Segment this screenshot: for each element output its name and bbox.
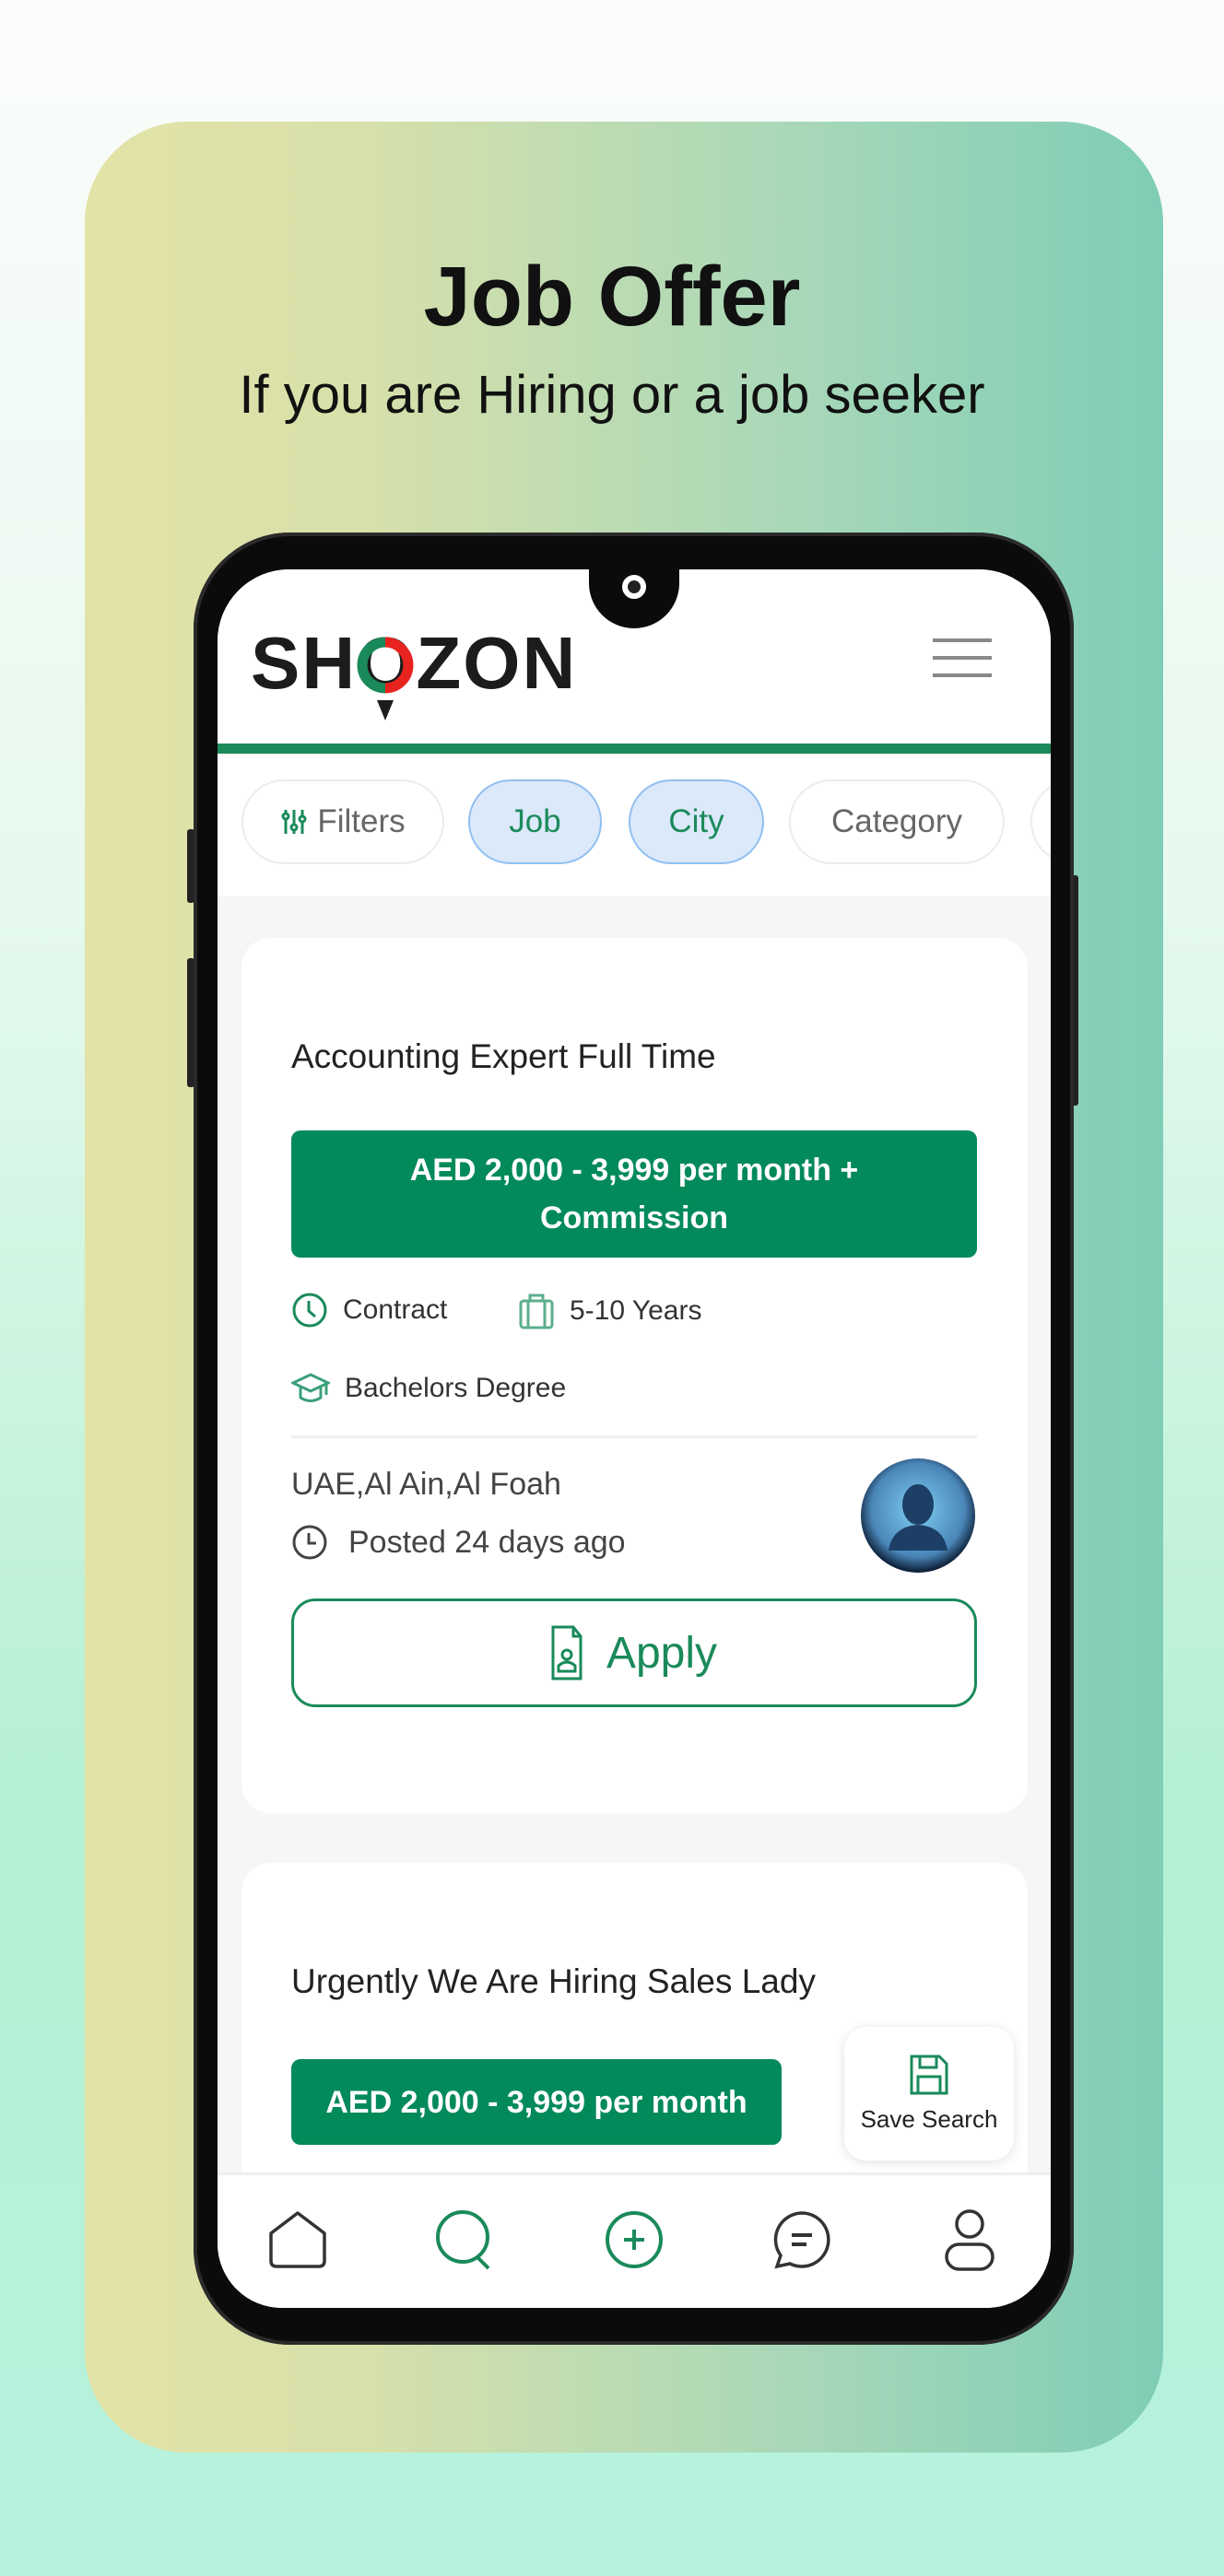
apply-button[interactable]: Apply: [291, 1598, 977, 1707]
employer-avatar[interactable]: [861, 1458, 975, 1573]
job-type: Contract: [291, 1292, 447, 1329]
chip-city[interactable]: City: [629, 779, 764, 864]
posted-text: Posted 24 days ago: [348, 1524, 626, 1560]
experience-text: 5-10 Years: [570, 1295, 702, 1326]
promo-title: Job Offer: [423, 250, 801, 344]
nav-profile[interactable]: [933, 2203, 1006, 2277]
promo-subtitle: If you are Hiring or a job seeker: [239, 365, 985, 425]
chat-icon: [773, 2211, 830, 2269]
salary-badge: AED 2,000 - 3,999 per month + Commission: [291, 1130, 977, 1258]
divider: [291, 1435, 977, 1438]
salary-text: Commission: [539, 1200, 729, 1235]
nav-chat[interactable]: [765, 2203, 839, 2277]
add-icon: [606, 2211, 663, 2268]
person-silhouette-icon: [889, 1484, 947, 1551]
apply-label: Apply: [606, 1628, 718, 1678]
job-posted: Posted 24 days ago: [291, 1524, 626, 1561]
chip-label: City: [668, 803, 724, 839]
graduation-cap-icon: [291, 1373, 330, 1402]
chip-job[interactable]: Job: [468, 779, 602, 864]
briefcase-icon: [519, 1294, 554, 1329]
job-location: UAE,Al Ain,Al Foah: [291, 1467, 561, 1502]
job-education: Bachelors Degree: [291, 1371, 566, 1406]
nav-search[interactable]: [429, 2203, 502, 2277]
job-experience: 5-10 Years: [518, 1292, 701, 1330]
clock-icon: [292, 1293, 327, 1328]
resume-icon: [551, 1625, 583, 1680]
hamburger-icon[interactable]: [933, 638, 992, 677]
sliders-icon: [281, 810, 307, 834]
chip-label: Filters: [317, 803, 406, 839]
salary-text: AED 2,000 - 3,999 per month: [325, 2084, 747, 2120]
search-icon: [436, 2210, 490, 2270]
salary-badge: AED 2,000 - 3,999 per month: [291, 2059, 782, 2145]
clock-icon: [292, 1525, 327, 1560]
chip-label: Job: [509, 803, 561, 839]
save-search-label: Save Search: [860, 2105, 998, 2133]
job-title[interactable]: Accounting Expert Full Time: [291, 1037, 716, 1076]
nav-add[interactable]: [597, 2203, 671, 2277]
bottom-nav: [218, 2172, 1051, 2308]
home-icon: [269, 2211, 326, 2268]
education-text: Bachelors Degree: [345, 1373, 567, 1403]
chip-filters[interactable]: Filters: [241, 779, 444, 864]
chip-label: Category: [830, 803, 963, 839]
chip-more[interactable]: [1030, 779, 1051, 864]
job-title[interactable]: Urgently We Are Hiring Sales Lady: [291, 1962, 816, 2001]
chip-category[interactable]: Category: [789, 779, 1005, 864]
camera: [622, 575, 646, 599]
profile-icon: [945, 2209, 994, 2271]
location-pin-icon: [357, 637, 414, 720]
app-screen: SHOZON Filters Job City Category Account…: [218, 569, 1051, 2308]
filter-chip-bar: Filters Job City Category: [218, 754, 1051, 896]
save-search-button[interactable]: Save Search: [844, 2027, 1014, 2160]
salary-text: AED 2,000 - 3,999 per month +: [409, 1153, 859, 1188]
nav-home[interactable]: [261, 2203, 335, 2277]
shozon-logo[interactable]: SHOZON: [251, 626, 601, 728]
floppy-disk-icon: [910, 2055, 948, 2095]
job-type-text: Contract: [343, 1294, 448, 1325]
job-card[interactable]: Accounting Expert Full Time AED 2,000 - …: [241, 938, 1028, 1813]
